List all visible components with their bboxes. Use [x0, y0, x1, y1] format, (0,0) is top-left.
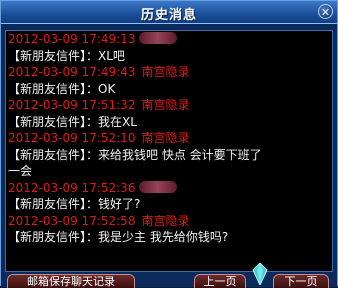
message-2-header: 2012-03-09 17:51:32 南宫隐录: [6, 97, 332, 114]
message-sender[interactable]: 南宫隐录: [141, 98, 189, 112]
message-1-body: 【新朋友信件】：OK: [8, 81, 116, 96]
message-timestamp: 2012-03-09 17:49:13: [8, 32, 136, 46]
close-icon[interactable]: ✕: [318, 4, 333, 19]
message-sender[interactable]: 南宫隐录: [141, 214, 189, 228]
message-sender[interactable]: 南宫隐录: [141, 131, 189, 145]
message-timestamp: 2012-03-09 17:52:58: [8, 213, 136, 228]
history-window: 历史消息 ✕ 2012-03-09 17:49:13 【新朋友信件】：XL吧 2…: [0, 0, 338, 288]
blurred-sender-name: [139, 180, 178, 193]
message-0-header: 2012-03-09 17:49:13: [6, 31, 332, 48]
blurred-sender-name: [139, 32, 178, 44]
message-3-body: 【新朋友信件】：来给我钱吧 快点 会计要下班了 一会: [8, 147, 262, 179]
message-timestamp: 2012-03-09 17:52:36: [8, 180, 136, 195]
title-bar: 历史消息 ✕: [1, 1, 337, 24]
message-1-header: 2012-03-09 17:49:43 南宫隐录: [6, 64, 332, 81]
message-4-body: 【新朋友信件】：钱好了?: [8, 197, 141, 211]
message-sender[interactable]: 南宫隐录: [141, 65, 189, 79]
message-timestamp: 2012-03-09 17:51:32: [8, 98, 136, 112]
message-timestamp: 2012-03-09 17:52:10: [8, 131, 136, 145]
message-5-header: 2012-03-09 17:52:58 南宫隐录: [6, 213, 332, 230]
message-3-header: 2012-03-09 17:52:10 南宫隐录: [6, 130, 332, 147]
window-title: 历史消息: [140, 8, 197, 23]
message-2-body: 【新朋友信件】：我在XL: [8, 114, 137, 129]
message-4-header: 2012-03-09 17:52:36: [6, 180, 332, 197]
message-log[interactable]: 2012-03-09 17:49:13 【新朋友信件】：XL吧 2012-03-…: [5, 30, 333, 272]
message-5-body: 【新朋友信件】：我是少主 我先给你钱吗?: [8, 230, 229, 244]
message-timestamp: 2012-03-09 17:49:43: [8, 65, 136, 79]
gem-icon: [252, 263, 268, 285]
message-0-body: 【新朋友信件】：XL吧: [8, 48, 125, 63]
